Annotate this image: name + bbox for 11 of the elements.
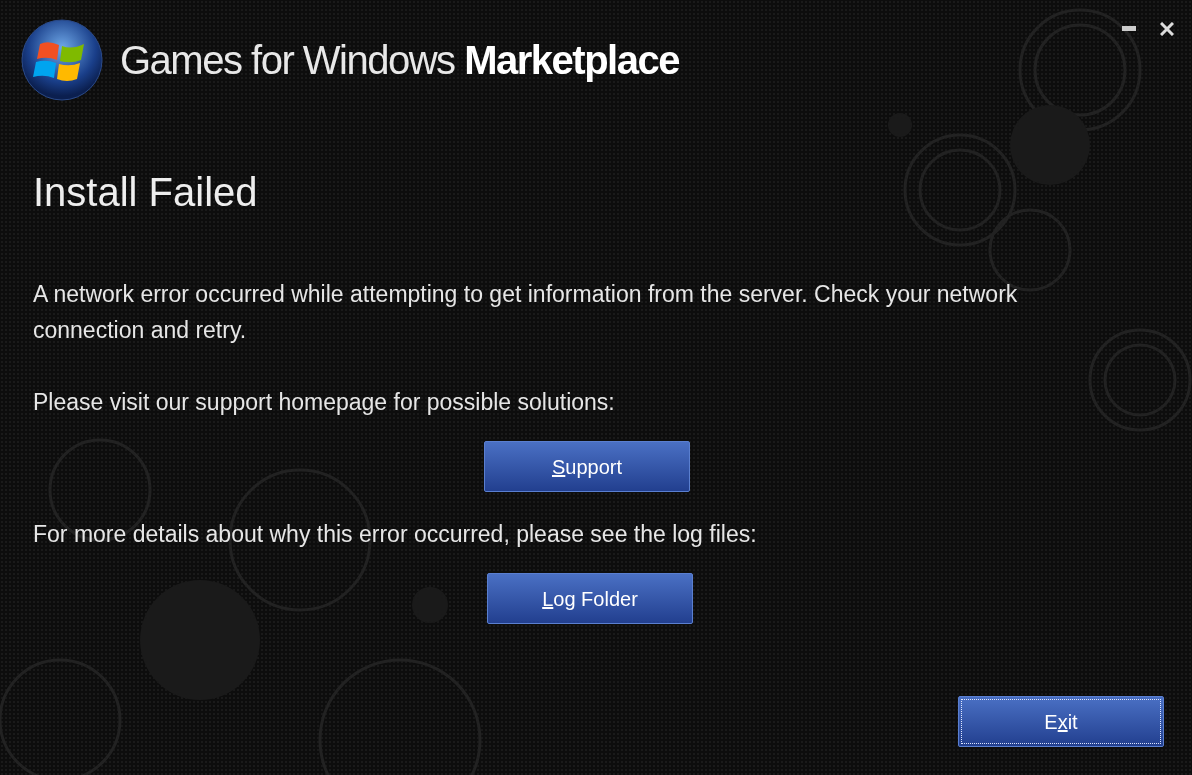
- close-icon: [1160, 22, 1174, 36]
- support-button[interactable]: Support: [484, 441, 690, 492]
- exit-button[interactable]: Exit: [958, 696, 1164, 747]
- log-folder-button[interactable]: Log Folder: [487, 573, 693, 624]
- minimize-icon: [1122, 26, 1136, 32]
- windows-logo-icon: [20, 18, 104, 102]
- page-heading: Install Failed: [33, 169, 259, 216]
- message-text: A network error occurred while attempting to get information from the server. Check your network connection and retry.: [33, 280, 1019, 345]
- message-text: For more details about why this error occurred, please see the log files:: [33, 520, 758, 549]
- app-title: Games for Windows Marketplace: [120, 37, 679, 84]
- message-text: Please visit our support homepage for possible solutions:: [33, 388, 616, 417]
